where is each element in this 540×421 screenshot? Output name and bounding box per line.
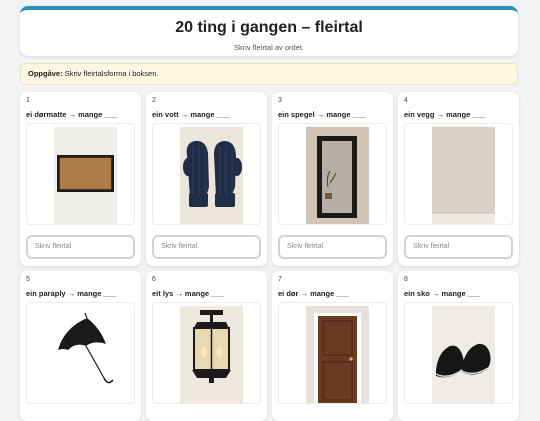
exercise-card-5: 5 ein paraply → mange ___ [20, 271, 141, 421]
card-number: 1 [26, 97, 30, 104]
card-prompt: ein spegel → mange ___ [278, 110, 366, 119]
card-image-frame [26, 123, 135, 225]
card-prompt: ein vegg → mange ___ [404, 110, 485, 119]
exercise-card-7: 7 ei dør → mange ___ [272, 271, 393, 421]
exercise-card-2: 2 ein vott → mange ___ Skriv fleirtal [146, 92, 267, 266]
exercise-card-8: 8 ein sko → mange ___ [398, 271, 519, 421]
card-image-frame [278, 302, 387, 404]
exercise-card-4: 4 ein vegg → mange ___ Skriv fleirtal [398, 92, 519, 266]
card-prompt: ei dørmatte → mange ___ [26, 110, 117, 119]
card-number: 4 [404, 97, 408, 104]
wall-image [432, 127, 495, 224]
plural-input-3[interactable]: Skriv fleirtal [278, 235, 387, 259]
ceiling-lamp-image [180, 306, 243, 403]
plural-input-1[interactable]: Skriv fleirtal [26, 235, 135, 259]
card-number: 7 [278, 276, 282, 283]
card-prompt: ein paraply → mange ___ [26, 289, 117, 298]
doormat-image [54, 127, 117, 224]
mirror-image [306, 127, 369, 224]
exercise-card-6: 6 eit lys → mange ___ [146, 271, 267, 421]
card-image-frame [404, 123, 513, 225]
card-image-frame [152, 302, 261, 404]
mittens-image [180, 127, 243, 224]
sneakers-image [432, 306, 495, 403]
task-text: Skriv fleirtalsforma i boksen. [64, 69, 159, 78]
page-title: 20 ting i gangen – fleirtal [175, 19, 363, 36]
card-number: 5 [26, 276, 30, 283]
umbrella-image [54, 306, 117, 403]
page-subtitle: Skriv fleirtal av ordet. [233, 43, 305, 52]
plural-input-4[interactable]: Skriv fleirtal [404, 235, 513, 259]
card-number: 8 [404, 276, 408, 283]
card-number: 2 [152, 97, 156, 104]
card-image-frame [152, 123, 261, 225]
card-image-frame [26, 302, 135, 404]
card-prompt: ein sko → mange ___ [404, 289, 481, 298]
exercise-card-3: 3 ein spegel → mange ___ Skriv fleirtal [272, 92, 393, 266]
plural-input-2[interactable]: Skriv fleirtal [152, 235, 261, 259]
task-banner: Oppgåve: Skriv fleirtalsforma i boksen. [20, 63, 518, 85]
card-number: 6 [152, 276, 156, 283]
door-image [306, 306, 369, 403]
card-prompt: ei dør → mange ___ [278, 289, 349, 298]
exercise-card-1: 1 ei dørmatte → mange ___ Skriv fleirtal [20, 92, 141, 266]
card-image-frame [404, 302, 513, 404]
page-header: 20 ting i gangen – fleirtal Skriv fleirt… [20, 6, 518, 56]
card-prompt: ein vott → mange ___ [152, 110, 230, 119]
card-number: 3 [278, 97, 282, 104]
card-prompt: eit lys → mange ___ [152, 289, 224, 298]
card-image-frame [278, 123, 387, 225]
task-label: Oppgåve: [28, 69, 63, 78]
